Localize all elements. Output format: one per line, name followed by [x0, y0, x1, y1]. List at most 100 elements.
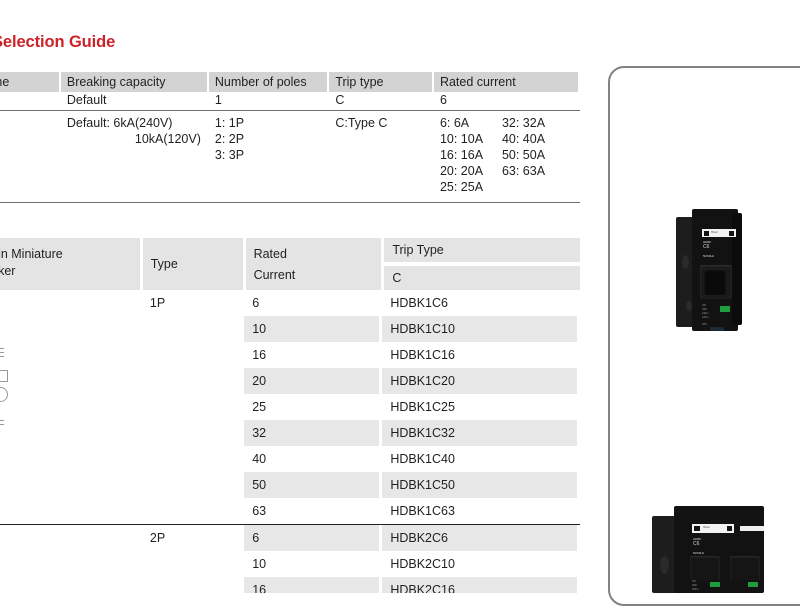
cell-rated-current: 40: [252, 452, 267, 466]
diagram-fragment-tick: [0, 348, 4, 349]
cell-model-code: HDBK1C63: [390, 504, 455, 518]
code-example-breaking: Default: [66, 93, 107, 107]
cell-rated-current: 10: [252, 557, 267, 571]
cell-product: [0, 498, 139, 524]
left-content-column: name Breaking capacity Number of poles T…: [0, 0, 600, 593]
cell-rated-current: 16: [252, 348, 267, 362]
cell-type: 2P: [149, 531, 166, 545]
selection-header-trip-value: C: [384, 266, 580, 290]
legend-breaking-capacity: Default: 6kA(240V) 10kA(120V): [61, 115, 207, 196]
code-header-name: name: [0, 72, 59, 92]
selection-header-rated-line1: Rated: [253, 247, 287, 261]
legend-rated-option: 63: 63A: [501, 164, 546, 178]
legend-rated-option: 16: 16A: [439, 148, 484, 162]
selection-header-product-line1: ug-in Miniature: [0, 247, 63, 261]
legend-rated-col-1: 6: 6A 10: 10A 16: 16A 20: 20A 25: 25A: [440, 115, 502, 195]
code-table-example-row: Default 1 C 6: [0, 92, 580, 111]
table-row: 25 HDBK1C25: [0, 394, 580, 420]
selection-header-product-line2: reaker: [0, 264, 16, 278]
cell-rated-current: 25: [252, 400, 267, 414]
legend-trip-type: C:Type C: [329, 115, 432, 196]
model-code-table: name Breaking capacity Number of poles T…: [0, 72, 580, 203]
cell-type: [142, 472, 241, 498]
code-example-name: [0, 92, 59, 110]
breaker-2p-rating: C6: [693, 541, 700, 547]
cell-type: [142, 446, 241, 472]
cell-product: [0, 316, 139, 342]
selection-table-body: 1P 6 HDBK1C6 10 HDBK1C10 16 HDBK1C16 20 HDBK1C20…: [0, 290, 580, 593]
cell-type: 1P: [149, 296, 166, 310]
legend-name: [0, 115, 59, 196]
cell-type: [142, 498, 241, 524]
cell-product: [0, 420, 139, 446]
legend-rated-option: 6: 6A: [439, 116, 470, 130]
cell-rated-current: 63: [252, 504, 267, 518]
cell-model-code: HDBK1C32: [382, 420, 577, 446]
legend-trip-option: C:Type C: [335, 116, 388, 130]
legend-rated-option: 10: 10A: [439, 132, 484, 146]
legend-breaking-line2: 10kA(120V): [134, 132, 201, 146]
selection-header-product: ug-in Miniature reaker: [0, 238, 140, 290]
legend-rated-option: 32: 32A: [501, 116, 546, 130]
code-header-rated: Rated current: [433, 72, 579, 92]
cell-type: [142, 577, 241, 593]
legend-pole-option: 1: 1P: [214, 116, 245, 130]
cell-product: [0, 472, 139, 498]
table-row: 32 HDBK1C32: [0, 420, 580, 446]
cell-model-code: HDBK1C25: [390, 400, 455, 414]
cell-model-code: HDBK1C16: [390, 348, 455, 362]
cell-type: [142, 342, 241, 368]
legend-pole-option: 3: 3P: [214, 148, 245, 162]
cell-type: [142, 394, 241, 420]
selection-header-rated-current: Rated Current: [245, 238, 382, 290]
table-row: 10 HDBK1C10: [0, 316, 580, 342]
code-example-poles: 1: [214, 93, 222, 107]
cell-rated-current: 6: [252, 296, 260, 310]
table-row: 40 HDBK1C40: [0, 446, 580, 472]
cell-type: [142, 420, 241, 446]
cell-model-code: HDBK1C6: [390, 296, 448, 310]
table-row: 1P 6 HDBK1C6: [0, 290, 580, 316]
code-table-legend-row: Default: 6kA(240V) 10kA(120V) 1: 1P 2: 2…: [0, 111, 580, 203]
product-image-breaker-1p: Himel HDBK C6 50/60Hz ON OFF 240V~ 120V~…: [676, 209, 750, 331]
cell-product: [0, 290, 139, 316]
selection-table-header-row: ug-in Miniature reaker Type Rated Curren…: [0, 238, 580, 290]
table-row: 16 HDBK1C16: [0, 342, 580, 368]
legend-rated-option: 40: 40A: [501, 132, 546, 146]
code-header-trip: Trip type: [329, 72, 432, 92]
diagram-fragment-tick: [0, 356, 4, 357]
legend-rated-option: 50: 50A: [501, 148, 546, 162]
legend-number-of-poles: 1: 1P 2: 2P 3: 3P: [209, 115, 327, 196]
diagram-fragment-tick: [0, 352, 4, 353]
cell-type: [142, 316, 241, 342]
table-row: 2P 6 HDBK2C6: [0, 524, 580, 551]
diagram-fragment-square: [0, 370, 8, 382]
table-row: 63 HDBK1C63: [0, 498, 580, 524]
legend-rated-col-2: 32: 32A 40: 40A 50: 50A 63: 63A: [502, 115, 564, 195]
cell-model-code: HDBK1C10: [382, 316, 577, 342]
selection-header-rated-line2: Current: [253, 268, 296, 282]
table-row: 50 HDBK1C50: [0, 472, 580, 498]
legend-rated-option: 25: 25A: [439, 180, 484, 194]
table-row: 20 HDBK1C20: [0, 368, 580, 394]
breaker-2p-frequency: 50/60Hz: [693, 551, 705, 555]
cell-product: [0, 551, 139, 577]
legend-pole-option: 2: 2P: [214, 132, 245, 146]
diagram-fragment-tick: [0, 424, 4, 425]
cell-product: [0, 368, 139, 394]
cell-rated-current: 16: [244, 577, 380, 593]
legend-breaking-line1: Default: 6kA(240V): [66, 116, 173, 130]
cell-rated-current: 50: [244, 472, 380, 498]
diagram-fragment-tick: [0, 420, 4, 421]
product-image-breaker-2p: Himel HDBK C6 50/60Hz ON OFF 240V~: [652, 498, 764, 593]
code-example-trip: C: [335, 93, 345, 107]
cell-model-code: HDBK2C6: [382, 525, 577, 551]
cell-model-code: HDBK2C16: [382, 577, 577, 593]
cell-rated-current: 20: [244, 368, 380, 394]
legend-rated-current: 6: 6A 10: 10A 16: 16A 20: 20A 25: 25A 32…: [434, 115, 578, 196]
breaker-1p-frequency: 50/60Hz: [703, 254, 715, 258]
table-row: 16 HDBK2C16: [0, 577, 580, 593]
cell-model-code: HDBK2C10: [390, 557, 455, 571]
selection-header-type: Type: [142, 238, 243, 290]
cell-model-code: HDBK1C50: [382, 472, 577, 498]
